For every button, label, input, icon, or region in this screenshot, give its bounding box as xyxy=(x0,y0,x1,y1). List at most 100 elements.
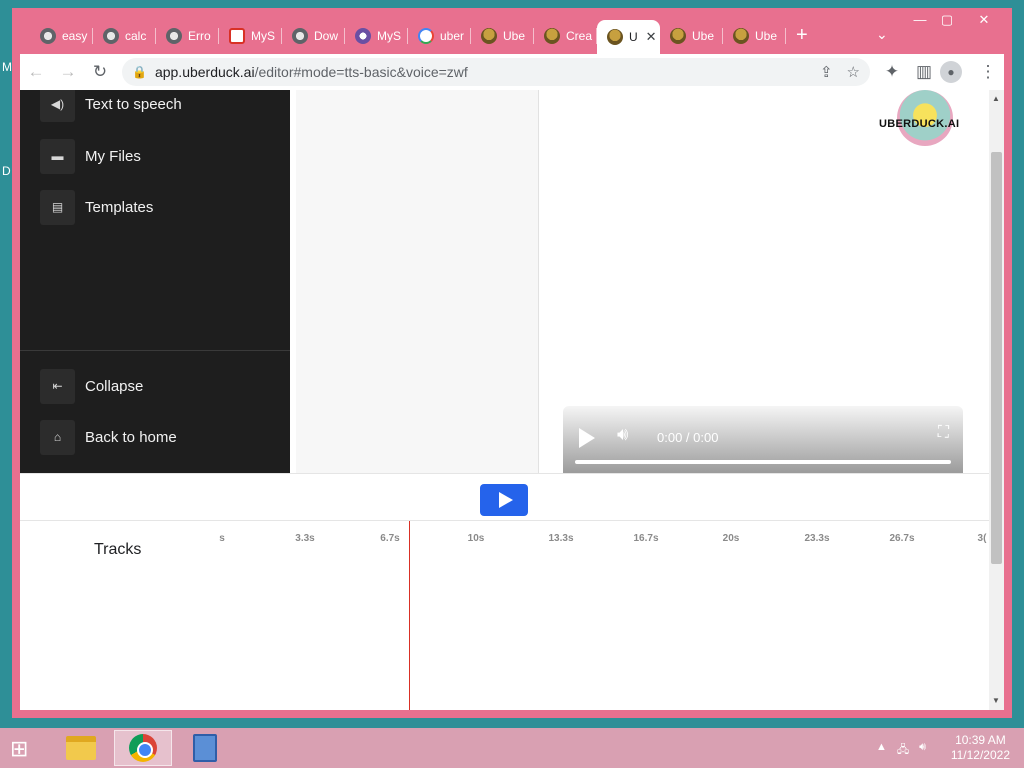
sidebar-item-my-files[interactable]: ▬ My Files xyxy=(40,138,141,174)
tab-strip: easy calc Erro MyS Dow MyS uber Ube Crea… xyxy=(12,8,1012,54)
ruler-tick: 13.3s xyxy=(548,533,574,544)
globe-icon xyxy=(103,28,119,44)
sidebar-item-back-to-home[interactable]: ⌂ Back to home xyxy=(40,419,177,455)
tray-expand-icon[interactable]: ▲ xyxy=(876,741,887,760)
template-icon: ▤ xyxy=(40,189,75,225)
taskbar: ⊞ ▲ 🖧 🔊︎ 10:39 AM 11/12/2022 xyxy=(0,728,1024,768)
ruler-tick: 16.7s xyxy=(633,533,659,544)
tab[interactable]: Ube xyxy=(471,20,534,52)
sidebar-item-label: Templates xyxy=(85,198,154,216)
playback-bar xyxy=(20,473,989,521)
video-time: 0:00 / 0:00 xyxy=(657,430,719,445)
calculator-icon xyxy=(193,734,217,762)
tab[interactable]: calc xyxy=(93,20,156,52)
sidebar-divider xyxy=(20,350,290,351)
windows-start-icon[interactable]: ⊞ xyxy=(10,736,28,762)
ruler-tick: 10s xyxy=(467,533,485,544)
ruler-tick: 26.7s xyxy=(889,533,915,544)
scroll-thumb[interactable] xyxy=(991,152,1002,564)
bookmark-star-icon[interactable]: ☆ xyxy=(847,63,860,81)
tracks-label: Tracks xyxy=(94,541,142,558)
play-icon[interactable] xyxy=(579,428,595,448)
forward-button[interactable]: → xyxy=(52,62,84,82)
taskbar-clock[interactable]: 10:39 AM 11/12/2022 xyxy=(951,733,1010,763)
menu-kebab-icon[interactable]: ⋮ xyxy=(972,62,1004,82)
play-icon xyxy=(498,492,513,508)
ruler-tick: 23.3s xyxy=(804,533,830,544)
browser-window: easy calc Erro MyS Dow MyS uber Ube Crea… xyxy=(12,8,1012,718)
share-icon[interactable]: ⇪ xyxy=(820,63,833,81)
tab[interactable]: Ube xyxy=(723,20,786,52)
duck-icon xyxy=(544,28,560,44)
desktop-icon-label: M xyxy=(2,60,12,74)
desktop-icon-label: D xyxy=(2,164,11,178)
lock-icon: 🔒 xyxy=(132,65,147,79)
site-favicon-icon xyxy=(229,28,245,44)
video-progress-bar[interactable] xyxy=(575,460,951,464)
url-host: app.uberduck.ai xyxy=(154,64,255,80)
page-scrollbar[interactable]: ▲ ▼ xyxy=(989,90,1004,710)
tab[interactable]: Dow xyxy=(282,20,345,52)
tab[interactable]: MyS xyxy=(345,20,408,52)
clock-time: 10:39 AM xyxy=(955,733,1006,747)
volume-icon[interactable]: 🔊︎ xyxy=(617,424,628,445)
side-panel-icon[interactable]: ▥ xyxy=(908,62,940,82)
minimize-button[interactable]: — xyxy=(905,12,935,27)
folder-icon xyxy=(66,736,96,760)
reload-button[interactable]: ↻ xyxy=(84,62,116,82)
owl-icon xyxy=(355,28,371,44)
ruler-tick: 6.7s xyxy=(380,533,400,544)
tab[interactable]: uber xyxy=(408,20,471,52)
system-tray: ▲ 🖧 🔊︎ xyxy=(876,741,926,760)
editor-panel xyxy=(296,90,539,473)
play-button[interactable] xyxy=(480,484,528,516)
taskbar-calculator[interactable] xyxy=(176,730,234,766)
url-path: /editor#mode=tts-basic&voice=zwf xyxy=(254,64,468,80)
duck-icon xyxy=(733,28,749,44)
playhead[interactable] xyxy=(409,521,410,710)
browser-toolbar: ← → ↻ 🔒 app.uberduck.ai/editor#mode=tts-… xyxy=(20,54,1004,90)
tab[interactable]: easy xyxy=(30,20,93,52)
sidebar-item-label: My Files xyxy=(85,147,141,165)
sidebar-item-text-to-speech[interactable]: ◀) Text to speech xyxy=(40,90,182,122)
taskbar-file-explorer[interactable] xyxy=(52,730,110,766)
tab[interactable]: Erro xyxy=(156,20,219,52)
tab[interactable]: MyS xyxy=(219,20,282,52)
network-icon[interactable]: 🖧 xyxy=(897,741,909,760)
globe-icon xyxy=(166,28,182,44)
fullscreen-icon[interactable]: ⛶ xyxy=(938,424,949,442)
tab[interactable]: Ube xyxy=(660,20,723,52)
address-bar[interactable]: 🔒 app.uberduck.ai/editor#mode=tts-basic&… xyxy=(122,58,870,86)
extensions-icon[interactable]: ✦ xyxy=(876,62,908,82)
close-icon[interactable]: ✕ xyxy=(646,29,657,45)
tab-active[interactable]: U ✕ xyxy=(597,20,660,54)
duck-icon xyxy=(481,28,497,44)
globe-icon xyxy=(40,28,56,44)
ruler-tick: 3( xyxy=(977,533,987,544)
tab-search-chevron-icon[interactable]: ⌄ xyxy=(876,26,888,43)
tab[interactable]: Crea xyxy=(534,20,597,52)
sidebar-item-collapse[interactable]: ⇤ Collapse xyxy=(40,368,143,404)
taskbar-chrome[interactable] xyxy=(114,730,172,766)
duck-icon xyxy=(670,28,686,44)
ruler-tick: s xyxy=(219,533,225,544)
close-window-button[interactable]: ✕ xyxy=(969,12,999,28)
scroll-down-icon[interactable]: ▼ xyxy=(992,696,1000,705)
sidebar: ◀) Text to speech ▬ My Files ▤ Templates… xyxy=(20,90,290,473)
volume-icon[interactable]: 🔊︎ xyxy=(919,741,926,760)
new-tab-button[interactable]: + xyxy=(796,24,808,47)
maximize-button[interactable]: ▢ xyxy=(932,12,962,28)
google-icon xyxy=(418,28,434,44)
sidebar-item-label: Text to speech xyxy=(85,95,182,113)
sidebar-item-templates[interactable]: ▤ Templates xyxy=(40,189,153,225)
chrome-icon xyxy=(129,734,157,762)
logo-text: UBERDUCK.AI xyxy=(879,118,960,130)
page-viewport: ◀) Text to speech ▬ My Files ▤ Templates… xyxy=(20,90,1004,710)
scroll-up-icon[interactable]: ▲ xyxy=(992,94,1000,103)
timeline-ruler[interactable]: s 3.3s 6.7s 10s 13.3s 16.7s 20s 23.3s 26… xyxy=(219,521,989,551)
globe-icon xyxy=(292,28,308,44)
avatar: ● xyxy=(940,61,962,83)
back-button[interactable]: ← xyxy=(20,62,52,82)
profile-button[interactable]: ● xyxy=(940,61,972,83)
home-icon: ⌂ xyxy=(40,419,75,455)
